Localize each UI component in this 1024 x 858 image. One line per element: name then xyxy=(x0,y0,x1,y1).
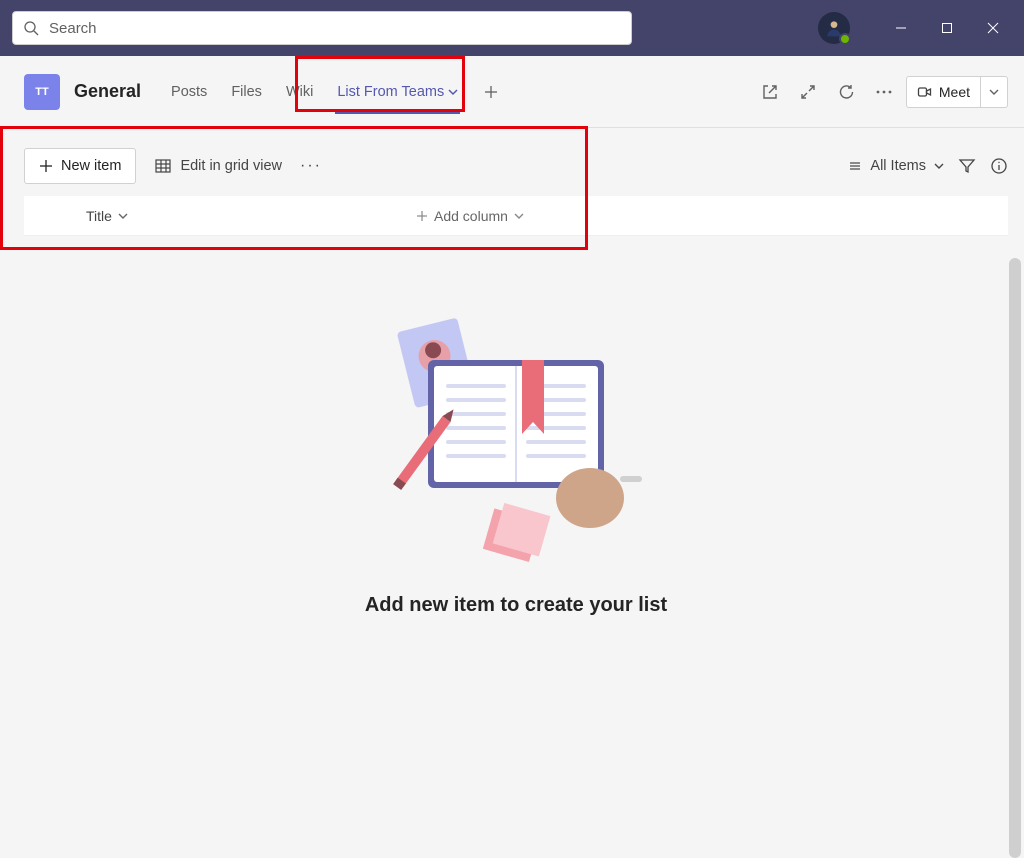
list-icon xyxy=(848,159,862,173)
plus-icon xyxy=(39,159,53,173)
team-icon[interactable]: TT xyxy=(24,74,60,110)
window-minimize[interactable] xyxy=(878,0,924,56)
empty-state-message: Add new item to create your list xyxy=(365,594,667,617)
user-avatar[interactable] xyxy=(818,12,850,44)
title-bar: Search xyxy=(0,0,1024,56)
plus-icon xyxy=(416,210,428,222)
empty-state-illustration xyxy=(366,306,666,566)
video-icon xyxy=(917,84,933,100)
search-input[interactable]: Search xyxy=(12,11,632,45)
view-label: All Items xyxy=(870,158,926,174)
tab-files[interactable]: Files xyxy=(219,56,274,128)
new-item-label: New item xyxy=(61,158,121,174)
edit-grid-view-button[interactable]: Edit in grid view xyxy=(154,148,282,184)
list-toolbar: New item Edit in grid view ··· All Items xyxy=(24,144,1008,188)
columns-header: Title Add column xyxy=(24,196,1008,236)
chevron-down-icon xyxy=(934,161,944,171)
meet-dropdown[interactable] xyxy=(981,77,1007,107)
tab-list-from-teams[interactable]: List From Teams xyxy=(325,56,470,128)
channel-tabs: Posts Files Wiki List From Teams xyxy=(159,56,508,128)
scrollbar-thumb[interactable] xyxy=(1009,258,1021,858)
column-title-label: Title xyxy=(86,208,112,224)
add-column-button[interactable]: Add column xyxy=(416,208,524,224)
tab-label: Posts xyxy=(171,84,207,100)
channel-name: General xyxy=(74,81,141,102)
meet-button[interactable]: Meet xyxy=(906,76,1008,108)
refresh-icon[interactable] xyxy=(830,76,862,108)
info-icon[interactable] xyxy=(990,157,1008,175)
window-close[interactable] xyxy=(970,0,1016,56)
new-item-button[interactable]: New item xyxy=(24,148,136,184)
tab-posts[interactable]: Posts xyxy=(159,56,219,128)
add-column-label: Add column xyxy=(434,208,508,224)
tab-wiki[interactable]: Wiki xyxy=(274,56,325,128)
presence-available-icon xyxy=(839,33,851,45)
more-icon[interactable] xyxy=(868,76,900,108)
window-maximize[interactable] xyxy=(924,0,970,56)
open-external-icon[interactable] xyxy=(754,76,786,108)
tab-label: Files xyxy=(231,84,262,100)
chevron-down-icon xyxy=(118,211,128,221)
column-title[interactable]: Title xyxy=(86,208,416,224)
chevron-down-icon xyxy=(448,87,458,97)
toolbar-more[interactable]: ··· xyxy=(300,157,322,175)
filter-icon[interactable] xyxy=(958,157,976,175)
tab-label: List From Teams xyxy=(337,84,444,100)
meet-label: Meet xyxy=(939,84,970,100)
search-wrap: Search xyxy=(12,11,632,45)
list-area: New item Edit in grid view ··· All Items… xyxy=(0,128,1024,761)
add-tab-button[interactable] xyxy=(474,75,508,109)
expand-icon[interactable] xyxy=(792,76,824,108)
channel-header: TT General Posts Files Wiki List From Te… xyxy=(0,56,1024,128)
chevron-down-icon xyxy=(514,211,524,221)
search-icon xyxy=(23,20,39,36)
search-placeholder: Search xyxy=(49,20,97,37)
edit-grid-label: Edit in grid view xyxy=(180,158,282,174)
empty-state: Add new item to create your list xyxy=(24,306,1008,617)
scrollbar[interactable] xyxy=(1009,258,1021,858)
grid-icon xyxy=(154,157,172,175)
view-selector[interactable]: All Items xyxy=(848,158,944,174)
tab-label: Wiki xyxy=(286,84,313,100)
header-actions: Meet xyxy=(754,76,1008,108)
